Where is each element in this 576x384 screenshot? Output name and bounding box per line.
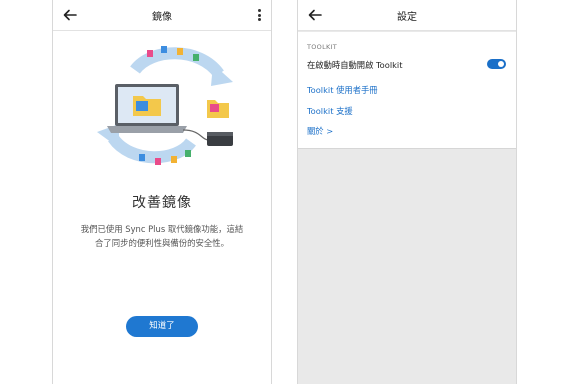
page-title: 設定 xyxy=(397,12,417,23)
auto-start-toggle[interactable] xyxy=(487,59,506,69)
sync-illustration xyxy=(97,46,233,165)
user-manual-link[interactable]: Toolkit 使用者手冊 xyxy=(307,84,378,96)
heading: 改善鏡像 xyxy=(132,195,192,211)
mirror-screen: 鏡像 改善鏡像 我們已使用 Sync Plus 取代鏡像功能，這結合了同步的便利… xyxy=(52,0,272,384)
top-app-bar: 鏡像 xyxy=(53,0,271,31)
section-header: TOOLKIT xyxy=(307,43,338,51)
more-options-icon[interactable] xyxy=(258,9,262,23)
toggle-knob xyxy=(498,61,504,67)
support-link[interactable]: Toolkit 支援 xyxy=(307,105,353,117)
toolkit-settings-card: TOOLKIT 在啟動時自動開啟 Toolkit Toolkit 使用者手冊 T… xyxy=(298,32,516,149)
top-app-bar: 設定 xyxy=(298,0,516,31)
settings-screen: 設定 TOOLKIT 在啟動時自動開啟 Toolkit Toolkit 使用者手… xyxy=(297,0,517,384)
auto-start-label: 在啟動時自動開啟 Toolkit xyxy=(307,60,403,70)
page-title: 鏡像 xyxy=(152,12,172,23)
about-link[interactable]: 關於 > xyxy=(307,125,333,137)
description-text: 我們已使用 Sync Plus 取代鏡像功能，這結合了同步的便利性與備份的安全性… xyxy=(80,224,244,248)
got-it-button[interactable]: 知道了 xyxy=(126,316,198,337)
